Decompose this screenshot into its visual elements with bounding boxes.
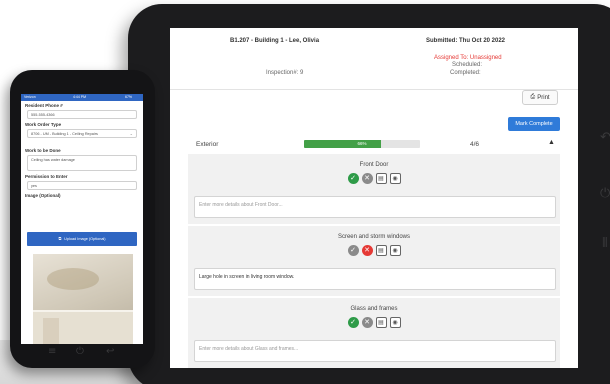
item-label: Glass and frames: [350, 306, 398, 312]
item-status-icons: ✓ ✕ ▤ ◉: [188, 245, 560, 256]
printer-icon: ⎙: [530, 94, 536, 100]
notes-placeholder: Enter more details about Glass and frame…: [199, 346, 299, 352]
item-notes-field[interactable]: Enter more details about Glass and frame…: [194, 340, 556, 362]
recent-apps-icon[interactable]: ≡: [48, 346, 56, 357]
scheduled-label: Scheduled:: [452, 62, 483, 68]
work-to-be-done-field[interactable]: Ceiling has water damage: [27, 155, 137, 171]
clipboard-icon[interactable]: ▤: [375, 245, 387, 256]
item-notes-field[interactable]: Large hole in screen in living room wind…: [194, 268, 556, 290]
resident-phone-label: Resident Phone #: [25, 103, 63, 108]
permission-label: Permission to Enter: [25, 174, 68, 179]
section-count: 4/6: [470, 141, 480, 148]
fail-x-icon[interactable]: ✕: [361, 317, 373, 328]
unit-title: B1.207 - Building 1 - Lee, Olivia: [230, 38, 320, 44]
section-progress-bar: 66%: [304, 140, 420, 148]
fail-x-icon[interactable]: ✕: [361, 245, 373, 256]
work-order-type-select[interactable]: 8706 - UM - Building 1 - Ceiling Repairs…: [27, 129, 137, 138]
tablet-back-icon[interactable]: ↶: [600, 130, 610, 145]
chevron-up-icon[interactable]: ▲: [548, 139, 555, 146]
resident-phone-field[interactable]: 555-555-4366: [27, 110, 137, 119]
image-label: Image (Optional): [25, 193, 61, 198]
permission-field[interactable]: yes: [27, 181, 137, 190]
item-label: Front Door: [359, 162, 389, 168]
work-to-be-done-label: Work to be Done: [25, 148, 61, 153]
pass-check-icon[interactable]: ✓: [347, 245, 359, 256]
inspection-number: Inspection#: 9: [266, 70, 304, 76]
status-bar: Verizon 4:44 PM 67%: [21, 94, 143, 101]
section-exterior[interactable]: Exterior 66% 4/6 ▲: [188, 135, 560, 151]
scene: ↶ ⏻ ⦀ B1.207 - Building 1 - Lee, Olivia …: [0, 0, 610, 384]
battery: 67%: [125, 95, 133, 99]
fail-x-icon[interactable]: ✕: [361, 173, 373, 184]
work-order-type-value: 8706 - UM - Building 1 - Ceiling Repairs: [31, 132, 98, 136]
uploaded-photo: [33, 254, 133, 344]
assigned-to: Assigned To: Unassigned: [434, 55, 502, 61]
camera-icon[interactable]: ◉: [389, 317, 401, 328]
permission-value: yes: [31, 184, 37, 188]
camera-icon[interactable]: ◉: [389, 173, 401, 184]
work-order-screen: Verizon 4:44 PM 67% Resident Phone # 555…: [21, 94, 143, 344]
section-name: Exterior: [196, 141, 219, 148]
chevron-down-icon: ⌄: [129, 131, 133, 136]
inspection-header: B1.207 - Building 1 - Lee, Olivia Submit…: [170, 28, 578, 90]
clock: 4:44 PM: [73, 95, 87, 99]
work-order-type-label: Work Order Type: [25, 122, 62, 127]
mark-complete-button[interactable]: Mark Complete: [508, 117, 560, 131]
checklist-item-screen-windows: Screen and storm windows ✓ ✕ ▤ ◉ Large h…: [188, 226, 560, 296]
back-icon[interactable]: ↩: [106, 346, 114, 357]
tablet-device: ↶ ⏻ ⦀ B1.207 - Building 1 - Lee, Olivia …: [128, 4, 610, 384]
camera-icon[interactable]: ◉: [389, 245, 401, 256]
item-notes-field[interactable]: Enter more details about Front Door...: [194, 196, 556, 218]
item-status-icons: ✓ ✕ ▤ ◉: [188, 317, 560, 328]
carrier: Verizon: [24, 95, 36, 99]
clipboard-icon[interactable]: ▤: [375, 173, 387, 184]
power-icon[interactable]: ⏻: [76, 346, 84, 357]
water-stain: [47, 268, 99, 290]
item-status-icons: ✓ ✕ ▤ ◉: [188, 173, 560, 184]
upload-icon: ⧉: [58, 237, 62, 241]
resident-phone-value: 555-555-4366: [31, 113, 55, 117]
progress-percent: 66%: [357, 141, 367, 146]
notes-value: Large hole in screen in living room wind…: [199, 274, 295, 280]
pass-check-icon[interactable]: ✓: [347, 317, 359, 328]
clipboard-icon[interactable]: ▤: [375, 317, 387, 328]
completed-label: Completed:: [450, 70, 481, 76]
item-label: Screen and storm windows: [337, 234, 411, 240]
checklist-item-glass-frames: Glass and frames ✓ ✕ ▤ ◉ Enter more deta…: [188, 298, 560, 368]
submitted-date: Submitted: Thu Oct 20 2022: [426, 38, 506, 44]
tablet-home-icon[interactable]: ⏻: [600, 186, 610, 201]
notes-placeholder: Enter more details about Front Door...: [199, 202, 283, 208]
work-to-be-done-value: Ceiling has water damage: [31, 158, 75, 162]
inspection-screen: B1.207 - Building 1 - Lee, Olivia Submit…: [170, 28, 578, 368]
upload-label: Upload Image (Optional): [64, 237, 106, 241]
print-button[interactable]: ⎙ Print: [522, 90, 558, 105]
checklist-item-front-door: Front Door ✓ ✕ ▤ ◉ Enter more details ab…: [188, 154, 560, 224]
photo-door: [43, 318, 59, 344]
tablet-menu-icon[interactable]: ⦀: [602, 236, 608, 251]
phone-nav-bar: ≡ ⏻ ↩: [10, 344, 155, 364]
print-label: Print: [537, 94, 550, 101]
phone-device: Verizon 4:44 PM 67% Resident Phone # 555…: [10, 70, 155, 368]
pass-check-icon[interactable]: ✓: [347, 173, 359, 184]
upload-image-button[interactable]: ⧉ Upload Image (Optional): [27, 232, 137, 246]
